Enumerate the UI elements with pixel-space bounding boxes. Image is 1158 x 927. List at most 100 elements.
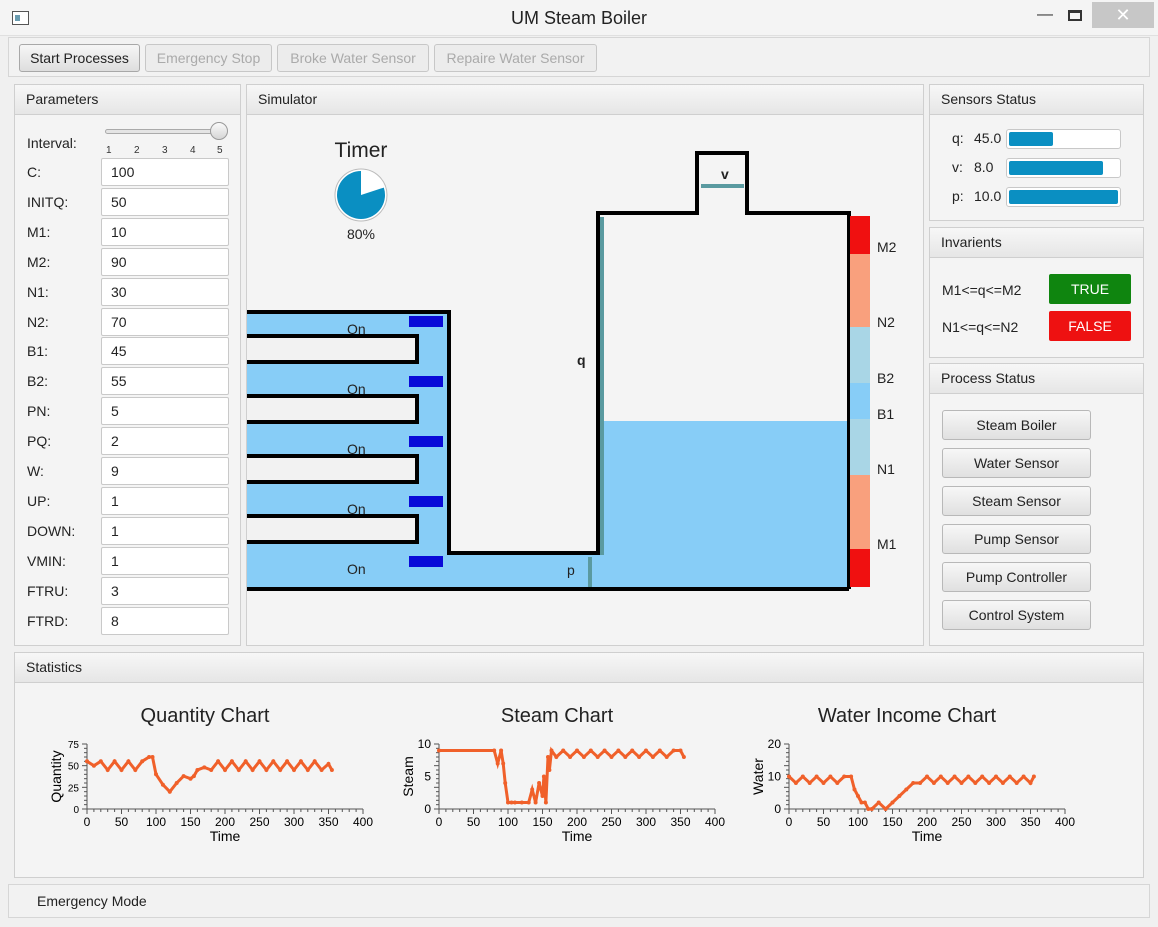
param-input[interactable]: 55 — [101, 367, 229, 396]
process-panel: Process Status Steam Boiler Water Sensor S… — [929, 363, 1144, 646]
param-label: N1: — [27, 283, 49, 300]
data-point — [1007, 774, 1012, 779]
interval-tick: 1 — [106, 145, 112, 156]
data-point — [329, 768, 334, 772]
data-point — [298, 759, 303, 764]
data-point — [533, 800, 538, 805]
x-tick-label: 200 — [917, 815, 937, 829]
data-point — [842, 774, 847, 779]
param-input[interactable]: 10 — [101, 217, 229, 246]
x-tick-label: 400 — [353, 815, 373, 829]
data-point — [105, 768, 110, 772]
toolbar: Start Processes Emergency Stop Broke Wat… — [8, 37, 1150, 77]
invariant-result-2[interactable]: FALSE — [1049, 311, 1131, 341]
data-point — [671, 748, 676, 753]
param-input[interactable]: 2 — [101, 427, 229, 456]
param-input[interactable]: 3 — [101, 576, 229, 605]
x-tick-label: 400 — [1055, 815, 1075, 829]
pump-valve-indicator — [409, 556, 443, 567]
sensor-progress-fill — [1009, 190, 1118, 204]
slider-thumb[interactable] — [210, 122, 228, 140]
param-label: PN: — [27, 403, 51, 420]
data-point — [1014, 781, 1019, 785]
param-input[interactable]: 100 — [101, 158, 229, 186]
data-point — [292, 768, 296, 772]
param-input[interactable]: 1 — [101, 516, 229, 545]
process-button-pump-sensor[interactable]: Pump Sensor — [942, 524, 1091, 554]
data-point — [925, 774, 929, 779]
data-point — [793, 781, 798, 785]
pump-pipe — [247, 334, 419, 364]
param-input[interactable]: 70 — [101, 307, 229, 336]
process-button-steam-boiler[interactable]: Steam Boiler — [942, 410, 1091, 440]
level-m2-label: M2 — [877, 239, 897, 255]
x-tick-label: 50 — [115, 815, 129, 829]
start-processes-button[interactable]: Start Processes — [19, 44, 140, 72]
data-point — [897, 794, 902, 798]
data-point — [681, 755, 686, 759]
data-point — [126, 759, 131, 764]
close-icon[interactable]: ✕ — [1092, 2, 1154, 28]
title-bar: UM Steam Boiler — ✕ — [0, 0, 1158, 36]
data-point — [1031, 774, 1036, 779]
pump-status-label: On — [347, 441, 366, 457]
sensors-title: Sensors Status — [930, 85, 1143, 115]
param-input[interactable]: 30 — [101, 277, 229, 306]
data-point — [257, 759, 262, 764]
param-input[interactable]: 1 — [101, 486, 229, 515]
level-b-zone — [850, 383, 870, 419]
chart-2: Steam Chart 0 50 100 150 200 250 300 350 400 0 5 10 T… — [387, 701, 727, 851]
parameters-title: Parameters — [15, 85, 240, 115]
data-point — [492, 748, 497, 753]
p-label: p — [567, 562, 575, 578]
process-button-pump-controller[interactable]: Pump Controller — [942, 562, 1091, 592]
broke-water-sensor-button[interactable]: Broke Water Sensor — [277, 44, 429, 72]
minimize-icon[interactable]: — — [1028, 2, 1062, 28]
param-input[interactable]: 45 — [101, 337, 229, 366]
maximize-icon[interactable] — [1058, 2, 1092, 28]
data-point — [195, 768, 200, 772]
status-bar: Emergency Mode — [8, 884, 1150, 918]
param-input[interactable]: 8 — [101, 606, 229, 635]
data-point — [945, 781, 950, 785]
repair-water-sensor-button[interactable]: Repaire Water Sensor — [434, 44, 597, 72]
data-point — [229, 759, 234, 764]
y-tick-label: 5 — [424, 770, 431, 784]
param-input[interactable]: 5 — [101, 397, 229, 426]
pump-status-label: On — [347, 501, 366, 517]
y-tick-label: 10 — [768, 770, 782, 784]
level-b1-label: B1 — [877, 406, 895, 422]
param-input[interactable]: 1 — [101, 546, 229, 575]
x-tick-label: 250 — [249, 815, 269, 829]
data-point — [821, 781, 826, 785]
data-point — [581, 755, 586, 759]
data-point — [223, 768, 227, 772]
param-label: FTRU: — [27, 582, 69, 599]
param-label: PQ: — [27, 433, 52, 450]
pump-status-label: On — [347, 321, 366, 337]
param-input[interactable]: 9 — [101, 457, 229, 485]
invariant-result-1[interactable]: TRUE — [1049, 274, 1131, 304]
data-point — [561, 748, 566, 753]
process-button-steam-sensor[interactable]: Steam Sensor — [942, 486, 1091, 516]
data-point — [264, 768, 269, 772]
data-point — [512, 800, 517, 805]
level-n1-label: N1 — [877, 461, 895, 477]
level-n2-label: N2 — [877, 314, 895, 330]
data-point — [568, 755, 573, 759]
process-button-control-system[interactable]: Control System — [942, 600, 1091, 630]
data-point — [609, 755, 614, 759]
data-point — [202, 765, 207, 770]
chart-1: Quantity Chart 0 50 100 150 200 250 300 350 400 0 2… — [35, 701, 375, 851]
level-b2-label: B2 — [877, 370, 895, 386]
emergency-stop-button[interactable]: Emergency Stop — [145, 44, 272, 72]
data-point — [987, 781, 992, 785]
sensor-name: p: — [952, 188, 964, 204]
chart-title: Steam Chart — [500, 705, 614, 727]
data-point — [546, 755, 550, 759]
data-point — [650, 755, 655, 759]
param-input[interactable]: 50 — [101, 187, 229, 216]
process-button-water-sensor[interactable]: Water Sensor — [942, 448, 1091, 478]
interval-slider[interactable] — [105, 122, 228, 140]
param-input[interactable]: 90 — [101, 247, 229, 276]
